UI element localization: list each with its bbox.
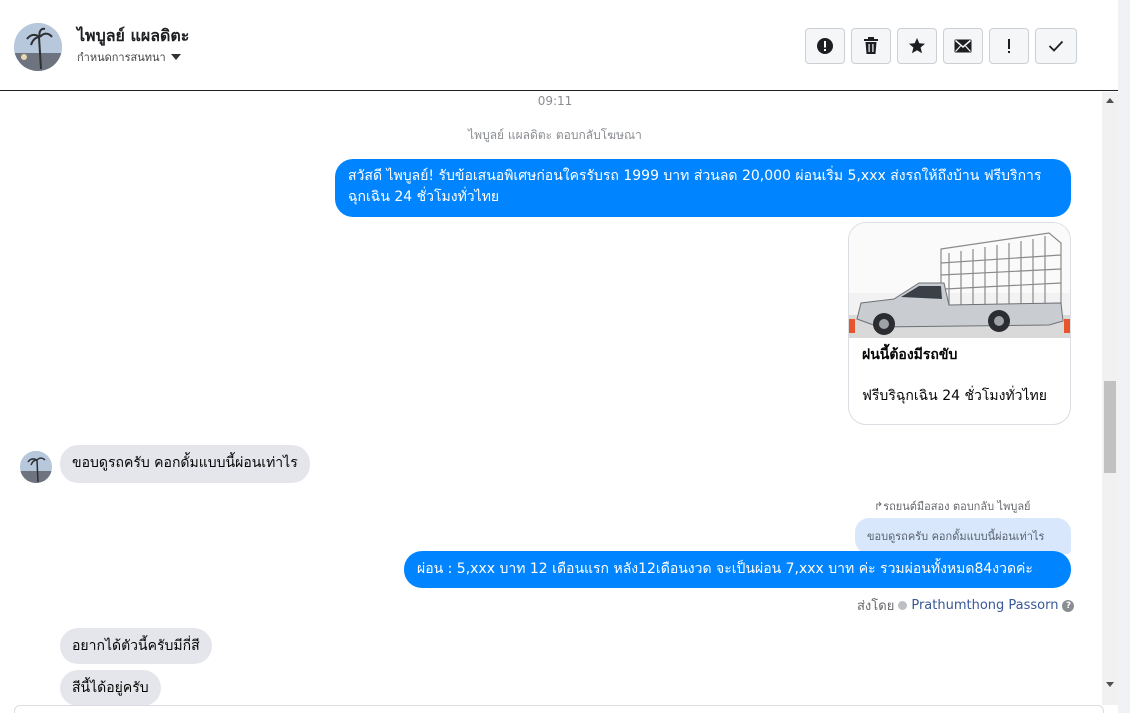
side-strip <box>1118 0 1130 713</box>
inbox-conversation-panel: ไพบูลย์ แผลดิตะ กำหนดการสนทนา 09:11 ไพบู… <box>0 0 1119 713</box>
star-icon <box>909 38 925 54</box>
message-thread[interactable]: 09:11 ไพบูลย์ แผลดิตะ ตอบกลับโฆษณา สวัสด… <box>0 92 1102 705</box>
conversation-toolbar <box>805 28 1077 64</box>
delete-button[interactable] <box>851 28 891 64</box>
exclamation-icon <box>1008 39 1010 53</box>
check-icon <box>1048 40 1064 52</box>
ad-reply-note: ไพบูลย์ แผลดิตะ ตอบกลับโฆษณา <box>468 128 642 142</box>
incoming-message[interactable]: อยากได้ตัวนี้ครับมีกี่สี <box>60 628 212 664</box>
outgoing-message[interactable]: สวัสดี ไพบูลย์! รับข้อเสนอพิเศษก่อนใครรั… <box>335 159 1071 217</box>
assign-conversation-dropdown[interactable]: กำหนดการสนทนา <box>77 48 181 66</box>
outgoing-message[interactable]: ผ่อน : 5,xxx บาท 12 เดือนแรก หลัง12เดือน… <box>404 551 1071 588</box>
caret-down-icon <box>170 54 181 60</box>
incoming-message[interactable]: ขอบดูรถครับ คอกดั้มแบบนี้ผ่อนเท่าไร <box>60 445 310 483</box>
sent-by-label: ส่งโดย <box>857 599 895 614</box>
contact-avatar[interactable] <box>14 23 62 71</box>
ad-card-title: ฝนนี้ต้องมีรถขับ <box>862 347 958 363</box>
composer-edge[interactable] <box>14 705 1104 713</box>
contact-name[interactable]: ไพบูลย์ แผลดิตะ <box>77 24 189 49</box>
ad-card[interactable]: ฝนนี้ต้องมีรถขับ ฟรีบริฉุกเฉิน 24 ชั่วโม… <box>848 222 1071 425</box>
incoming-message[interactable]: สีนี้ได้อยู่ครับ <box>60 670 161 705</box>
scrollbar-thumb[interactable] <box>1104 381 1116 473</box>
spam-button[interactable] <box>989 28 1029 64</box>
envelope-icon <box>954 39 972 53</box>
conversation-header: ไพบูลย์ แผลดิตะ กำหนดการสนทนา <box>0 0 1118 91</box>
trash-icon <box>864 37 878 54</box>
ad-card-description: ฟรีบริฉุกเฉิน 24 ชั่วโมงทั่วไทย <box>862 388 1047 404</box>
mark-done-button[interactable] <box>1035 28 1077 64</box>
thread-scrollbar[interactable] <box>1102 92 1118 705</box>
sent-by-agent[interactable]: Prathumthong Passorn <box>911 598 1058 613</box>
scroll-up-arrow-icon[interactable] <box>1106 98 1114 103</box>
pickup-truck-image <box>849 223 1070 338</box>
palm-tree-photo <box>20 451 52 483</box>
reply-arrow-icon: ↱ <box>874 500 884 513</box>
scroll-down-arrow-icon[interactable] <box>1106 682 1114 687</box>
message-timestamp: 09:11 <box>537 94 573 108</box>
star-button[interactable] <box>897 28 937 64</box>
quoted-message[interactable]: ขอบดูรถครับ คอกดั้มแบบนี้ผ่อนเท่าไร <box>855 518 1071 554</box>
agent-status-icon <box>898 601 908 610</box>
contact-avatar-small[interactable] <box>20 451 52 483</box>
palm-tree-photo <box>14 23 62 71</box>
mark-unread-button[interactable] <box>943 28 983 64</box>
report-button[interactable] <box>805 28 845 64</box>
sent-by-info: ส่งโดย Prathumthong Passorn ? <box>857 595 1075 616</box>
assign-label: กำหนดการสนทนา <box>77 51 166 64</box>
exclamation-circle-icon <box>817 38 833 54</box>
help-icon[interactable]: ? <box>1062 599 1075 612</box>
reply-label: ↱รถยนต์มือสอง ตอบกลับ ไพบูลย์ <box>874 500 1031 513</box>
